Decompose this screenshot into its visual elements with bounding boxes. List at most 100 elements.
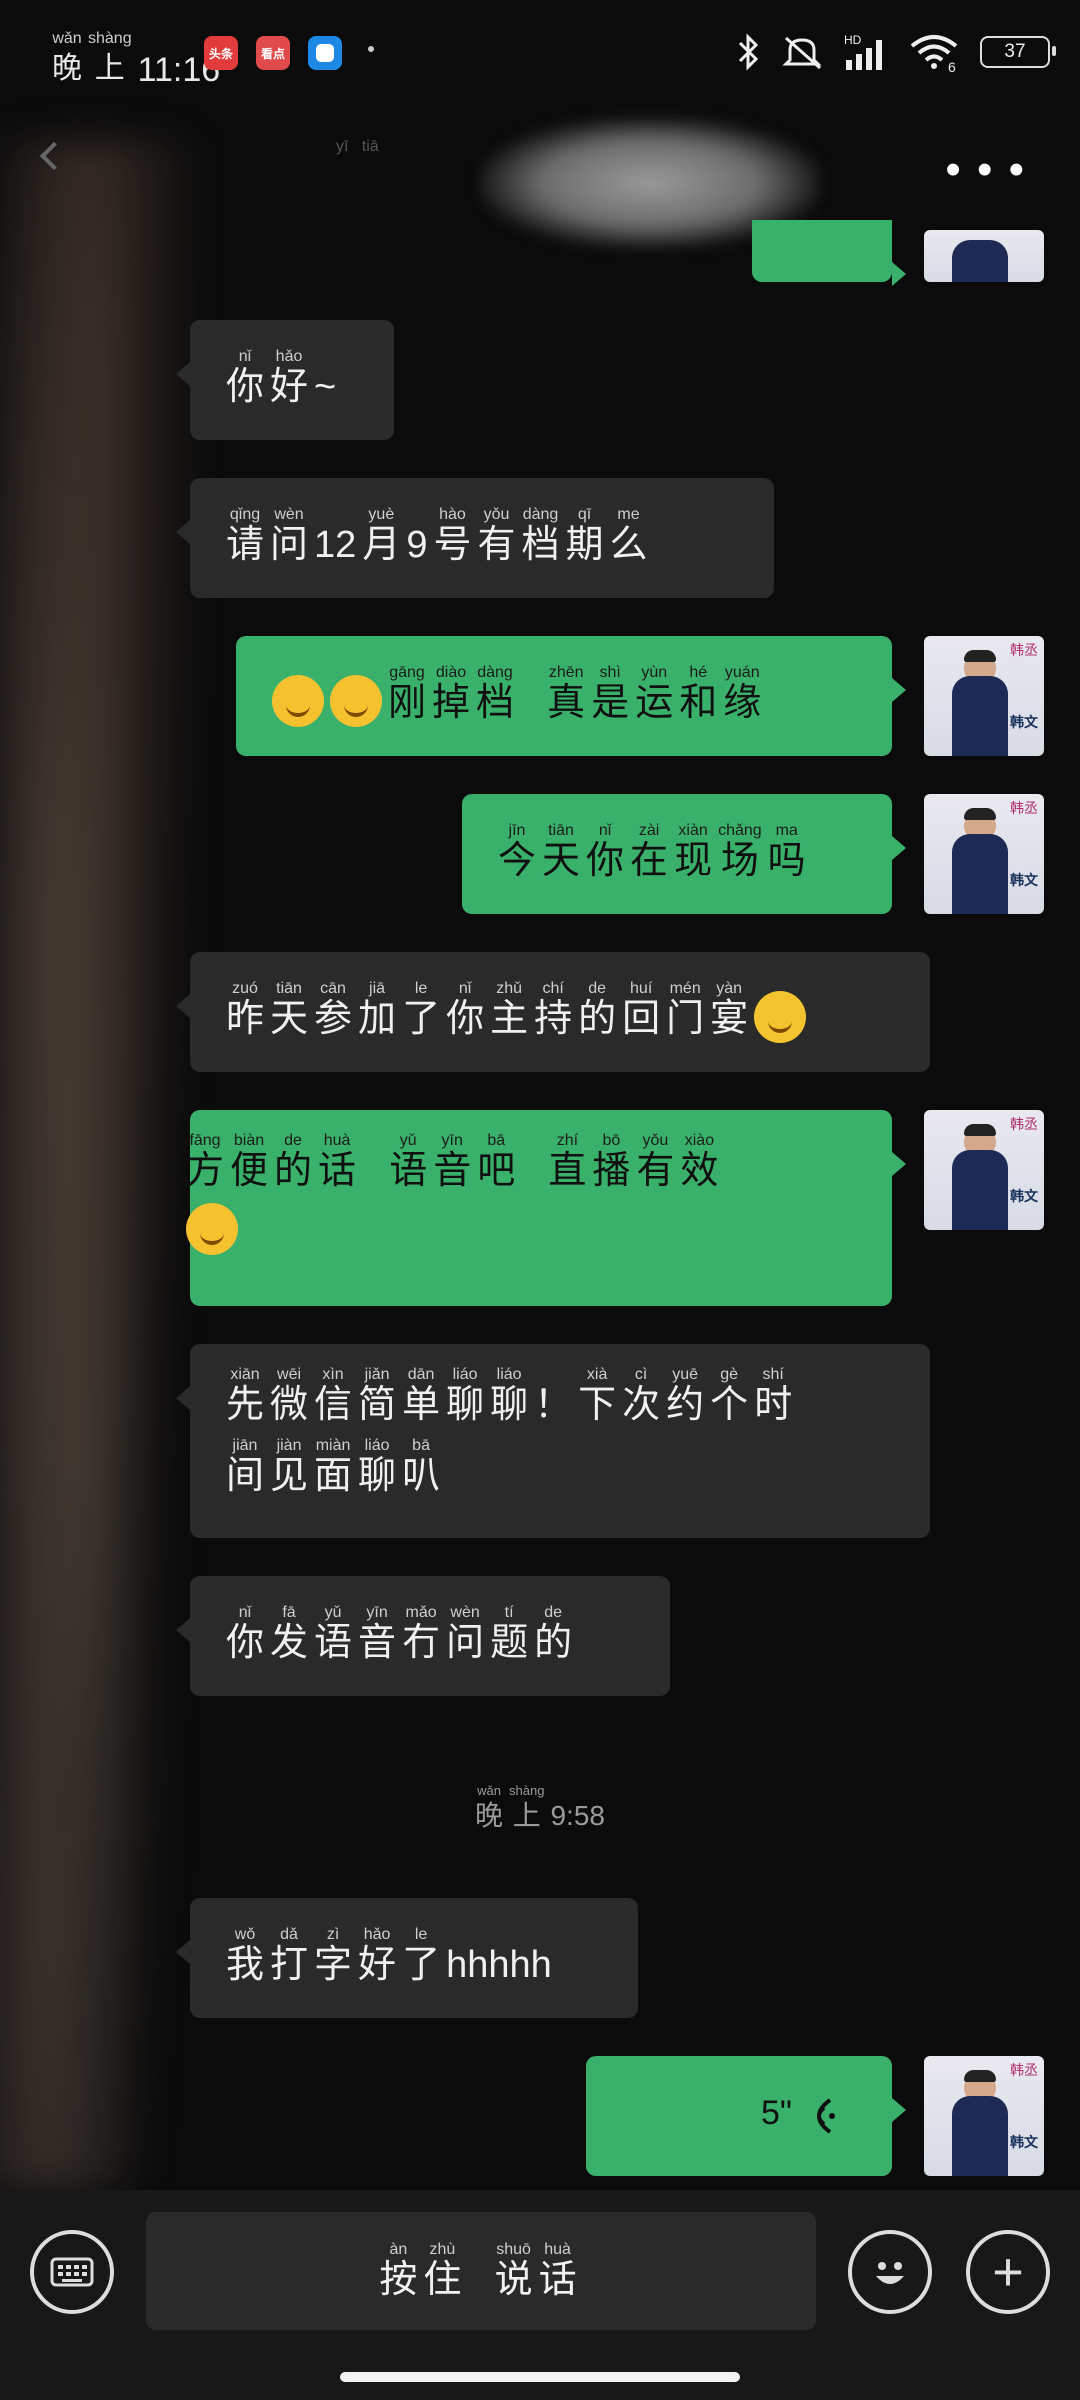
time-prefix-1: wǎn 晚: [52, 30, 82, 85]
avatar-self[interactable]: 韩丞 韩文: [924, 636, 1044, 756]
message-char: dàng 档: [476, 664, 515, 724]
message-char: xiān 先: [226, 1366, 265, 1426]
message-bubble-incoming[interactable]: wǒ 我 dǎ 打 zì 字 hǎo 好 le 了 hhhhh: [176, 1898, 638, 2018]
message-char: zhǔ 主: [490, 980, 529, 1040]
message-char: wǒ 我: [226, 1926, 265, 1986]
message-char: zuó 昨: [226, 980, 265, 1040]
message-bubble-partial[interactable]: [752, 220, 906, 286]
message-char: yǔ 语: [389, 1132, 428, 1192]
message-char: hào 号: [433, 506, 472, 566]
message-char: 12: [314, 524, 357, 566]
message-char: [520, 664, 541, 724]
voice-message-bubble[interactable]: 5": [586, 2056, 906, 2176]
message-char: nǐ 你: [446, 980, 485, 1040]
message-char: fā 发: [270, 1604, 309, 1664]
bluetooth-icon: [738, 33, 759, 71]
message-bubble-incoming[interactable]: nǐ 你 fā 发 yǔ 语 yīn 音 mǎo 冇 wèn 问 tí 题 de 的: [176, 1576, 670, 1696]
message-char: cān 参: [314, 980, 353, 1040]
message-char: zài 在: [630, 822, 669, 882]
keyboard-icon[interactable]: [30, 2230, 114, 2314]
message-char: xià 下: [578, 1366, 617, 1426]
message-line: [186, 1203, 724, 1255]
timestamp-char-1: wǎn 晚: [475, 1783, 504, 1831]
message-line: qǐng 请 wèn 问 12 yuè 月 9 hào 号 yǒu 有 dàng 档 qī 期 me 么: [226, 506, 654, 569]
message-char: de 的: [274, 1132, 313, 1192]
emoji-icon[interactable]: [848, 2230, 932, 2314]
message-char: ！: [534, 1384, 573, 1426]
message-char: hhhhh: [446, 1944, 552, 1986]
message-bubble-incoming[interactable]: nǐ 你 hǎo 好 ~: [176, 320, 394, 440]
message-line: xiān 先 wēi 微 xìn 信 jiǎn 简 dān 单 liáo 聊 liáo 聊 ！ xià 下 cì…: [226, 1366, 798, 1429]
emoji-grin-icon: [754, 991, 807, 1043]
blue-app-icon: [308, 36, 342, 70]
message-char: liáo 聊: [358, 1437, 397, 1497]
message-char: [467, 2241, 488, 2301]
message-char: miàn 面: [314, 1437, 353, 1497]
message-char: xiàn 现: [674, 822, 713, 882]
message-char: shuō 说: [494, 2241, 533, 2301]
emoji-tears-icon: [330, 675, 382, 727]
message-char: hǎo 好: [358, 1926, 397, 1986]
message-char: mǎo 冇: [402, 1604, 441, 1664]
message-bubble-incoming[interactable]: zuó 昨 tiān 天 cān 参 jiā 加 le 了 nǐ 你 zhǔ 主 chí 持 de 的 huí 回 mé…: [176, 952, 930, 1072]
message-char: yùn 运: [635, 664, 674, 724]
message-char: yuè 月: [362, 506, 401, 566]
message-line: fāng 方 biàn 便 de 的 huà 话 yǔ 语 yīn 音 bā 吧 zhí 直 bō 播 yǒu 有…: [186, 1132, 724, 1195]
message-char: yàn 宴: [710, 980, 749, 1040]
more-icon[interactable]: • • •: [945, 148, 1026, 192]
message-char: zì 字: [314, 1926, 353, 1986]
emoji-wink-icon: [186, 1203, 238, 1255]
message-char: ~: [314, 366, 337, 408]
message-char: bā 叭: [402, 1437, 441, 1497]
home-indicator[interactable]: [340, 2372, 740, 2382]
message-line: wǒ 我 dǎ 打 zì 字 hǎo 好 le 了 hhhhh: [226, 1926, 558, 1989]
back-icon[interactable]: [39, 141, 69, 171]
message-char: nǐ 你: [586, 822, 625, 882]
plus-icon[interactable]: +: [966, 2230, 1050, 2314]
toutiao-app-icon: 头条: [204, 36, 238, 70]
message-char: hé 和: [679, 664, 718, 724]
message-char: bā 吧: [477, 1132, 516, 1192]
message-char: liáo 聊: [490, 1366, 529, 1426]
message-line: nǐ 你 fā 发 yǔ 语 yīn 音 mǎo 冇 wèn 问 tí 题 de 的: [226, 1604, 578, 1667]
message-line: jiān 间 jiàn 见 miàn 面 liáo 聊 bā 叭: [226, 1437, 798, 1500]
message-char: le 了: [402, 1926, 441, 1986]
message-char: wèn 问: [270, 506, 309, 566]
avatar-self-partial[interactable]: [924, 230, 1044, 282]
message-char: dàng 档: [521, 506, 560, 566]
message-char: biàn 便: [230, 1132, 269, 1192]
avatar-self[interactable]: 韩丞 韩文: [924, 794, 1044, 914]
message-char: nǐ 你: [226, 348, 265, 408]
message-char: ma 吗: [767, 822, 806, 882]
message-char: huí 回: [622, 980, 661, 1040]
message-char: mén 门: [666, 980, 705, 1040]
message-bubble-incoming[interactable]: qǐng 请 wèn 问 12 yuè 月 9 hào 号 yǒu 有 dàng 档 qī 期 me 么: [176, 478, 774, 598]
status-icons: HD 6 37: [736, 30, 1056, 74]
status-bar: wǎn 晚 shàng 上 11:16 头条 看点 HD 6 37: [0, 0, 1080, 110]
message-bubble-incoming[interactable]: xiān 先 wēi 微 xìn 信 jiǎn 简 dān 单 liáo 聊 liáo 聊 ！ xià 下 cì…: [176, 1344, 930, 1538]
message-line: zuó 昨 tiān 天 cān 参 jiā 加 le 了 nǐ 你 zhǔ 主 chí 持 de 的 huí 回 mé…: [226, 980, 812, 1043]
message-bubble-outgoing[interactable]: jīn 今 tiān 天 nǐ 你 zài 在 xiàn 现 chǎng 场 ma 吗: [462, 794, 906, 914]
message-char: qǐng 请: [226, 506, 265, 566]
message-char: [362, 1132, 383, 1192]
message-char: zhù 住: [423, 2241, 462, 2301]
message-char: fāng 方: [186, 1132, 225, 1192]
message-char: qī 期: [565, 506, 604, 566]
avatar-self[interactable]: 韩丞 韩文: [924, 2056, 1044, 2176]
sim-label: 6: [948, 59, 956, 72]
message-char: dǎ 打: [270, 1926, 309, 1986]
message-char: hǎo 好: [270, 348, 309, 408]
message-bubble-outgoing[interactable]: fāng 方 biàn 便 de 的 huà 话 yǔ 语 yīn 音 bā 吧 zhí 直 bō 播 yǒu 有…: [186, 1110, 906, 1306]
hold-to-talk-button[interactable]: àn 按 zhù 住 shuō 说 huà 话: [146, 2212, 816, 2330]
message-char: shì 是: [591, 664, 630, 724]
message-char: jiàn 见: [270, 1437, 309, 1497]
message-char: zhí 直: [548, 1132, 587, 1192]
chat-input-bar: àn 按 zhù 住 shuō 说 huà 话 +: [0, 2190, 1080, 2400]
message-char: chí 持: [534, 980, 573, 1040]
message-bubble-outgoing[interactable]: gāng 刚 diào 掉 dàng 档 zhēn 真 shì 是 yùn 运 hé 和 yuán 缘: [236, 636, 906, 756]
message-char: de 的: [578, 980, 617, 1040]
message-char: yǒu 有: [477, 506, 516, 566]
avatar-self[interactable]: 韩丞 韩文: [924, 1110, 1044, 1230]
timestamp: wǎn 晚 shàng 上 9:58: [0, 1782, 1080, 1832]
notification-dot: [368, 46, 374, 52]
